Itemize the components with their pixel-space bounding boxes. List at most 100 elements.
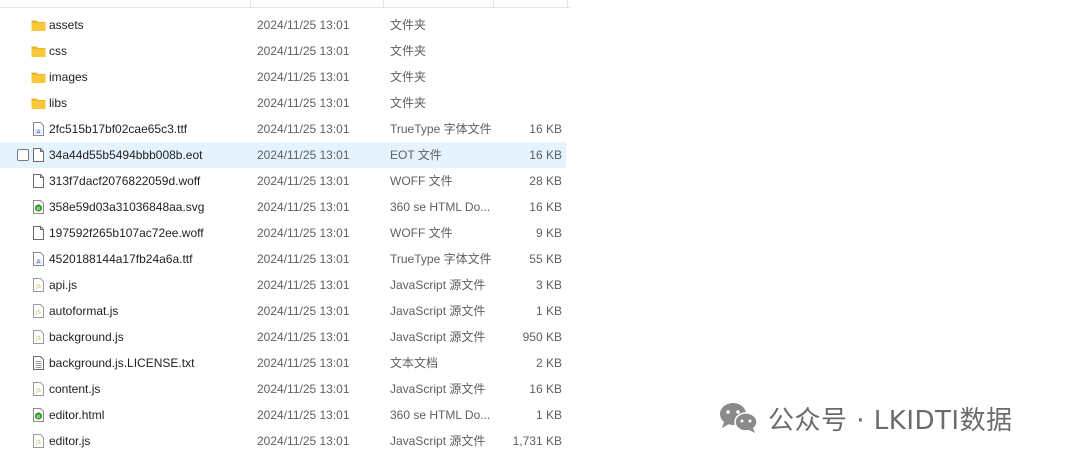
table-row[interactable]: images 2024/11/25 13:01 文件夹: [0, 64, 566, 90]
table-row[interactable]: JS editor.js 2024/11/25 13:01 JavaScript 源文…: [0, 428, 566, 454]
file-name: content.js: [49, 382, 101, 396]
file-type: 文本文档: [390, 356, 439, 370]
file-size: 28 KB: [529, 174, 562, 188]
blank-file-icon: [31, 225, 46, 241]
column-separator[interactable]: [567, 0, 568, 7]
file-type: JavaScript 源文件: [390, 278, 486, 292]
svg-text:JS: JS: [35, 310, 41, 316]
font-file-icon: A: [31, 121, 46, 137]
folder-icon: [31, 95, 46, 111]
file-type: JavaScript 源文件: [390, 304, 486, 318]
table-row[interactable]: JS autoformat.js 2024/11/25 13:01 JavaScrip…: [0, 298, 566, 324]
wechat-icon: [720, 403, 758, 433]
column-separator[interactable]: [250, 0, 251, 7]
table-row[interactable]: A 2fc515b17bf02cae65c3.ttf 2024/11/25 13:0…: [0, 116, 566, 142]
file-date: 2024/11/25 13:01: [257, 148, 350, 162]
file-name: libs: [49, 96, 68, 110]
file-date: 2024/11/25 13:01: [257, 18, 350, 32]
file-date: 2024/11/25 13:01: [257, 252, 350, 266]
file-list: assets 2024/11/25 13:01 文件夹 css 2024/11/25 1…: [0, 12, 570, 454]
file-size: 16 KB: [529, 148, 562, 162]
column-separator[interactable]: [493, 0, 494, 7]
watermark-text: 公众号 · LKIDTI数据: [768, 405, 1013, 436]
file-name: css: [49, 44, 67, 58]
file-date: 2024/11/25 13:01: [257, 278, 350, 292]
file-name: 4520188144a17fb24a6a.ttf: [49, 252, 193, 266]
file-size: [490, 12, 562, 38]
js-file-icon: JS: [31, 433, 46, 449]
file-date: 2024/11/25 13:01: [257, 408, 350, 422]
file-size: 2 KB: [535, 356, 562, 370]
file-size: 16 KB: [529, 122, 562, 136]
file-type: 360 se HTML Do...: [390, 200, 491, 214]
file-date: 2024/11/25 13:01: [257, 96, 350, 110]
file-size: 1 KB: [535, 408, 562, 422]
table-row[interactable]: css 2024/11/25 13:01 文件夹: [0, 38, 566, 64]
table-row[interactable]: JS content.js 2024/11/25 13:01 JavaScript 源…: [0, 376, 566, 402]
folder-icon: [31, 43, 46, 59]
file-size: 16 KB: [529, 200, 562, 214]
watermark: 公众号 · LKIDTI数据: [718, 396, 1013, 440]
file-type: 文件夹: [390, 70, 427, 84]
file-name: api.js: [49, 278, 78, 292]
file-type: JavaScript 源文件: [390, 330, 486, 344]
file-name: assets: [49, 18, 84, 32]
file-date: 2024/11/25 13:01: [257, 70, 350, 84]
column-header-strip: [0, 0, 570, 8]
text-file-icon: [31, 355, 46, 371]
file-name: 197592f265b107ac72ee.woff: [49, 226, 204, 240]
file-date: 2024/11/25 13:01: [257, 122, 350, 136]
svg-text:JS: JS: [35, 388, 41, 394]
file-type: 360 se HTML Do...: [390, 408, 491, 422]
file-date: 2024/11/25 13:01: [257, 44, 350, 58]
svg-text:A: A: [37, 130, 41, 136]
file-date: 2024/11/25 13:01: [257, 304, 350, 318]
file-type: 文件夹: [390, 96, 427, 110]
table-row[interactable]: e editor.html 2024/11/25 13:01 360 se HTML …: [0, 402, 566, 428]
table-row-cutoff[interactable]: [0, 454, 566, 460]
row-checkbox[interactable]: [17, 149, 29, 161]
table-row[interactable]: e 358e59d03a31036848aa.svg 2024/11/25 13:0…: [0, 194, 566, 220]
file-size: 3 KB: [535, 278, 562, 292]
file-type: TrueType 字体文件: [390, 252, 492, 266]
file-name: editor.js: [49, 434, 91, 448]
file-name: background.js: [49, 330, 124, 344]
file-size: 55 KB: [529, 252, 562, 266]
file-name: autoformat.js: [49, 304, 119, 318]
js-file-icon: JS: [31, 381, 46, 397]
table-row[interactable]: 34a44d55b5494bbb008b.eot 2024/11/25 13:01…: [0, 142, 566, 168]
file-type: JavaScript 源文件: [390, 434, 486, 448]
table-row[interactable]: A 4520188144a17fb24a6a.ttf 2024/11/25 13:0…: [0, 246, 566, 272]
file-type: JavaScript 源文件: [390, 382, 486, 396]
folder-icon: [31, 17, 46, 33]
file-type: 文件夹: [390, 44, 427, 58]
font-file-icon: A: [31, 251, 46, 267]
table-row[interactable]: JS background.js 2024/11/25 13:01 JavaScrip…: [0, 324, 566, 350]
file-size: [490, 64, 562, 90]
svg-text:A: A: [37, 260, 41, 266]
file-date: 2024/11/25 13:01: [257, 226, 350, 240]
file-type: TrueType 字体文件: [390, 122, 492, 136]
table-row[interactable]: background.js.LICENSE.txt 2024/11/25 13:0…: [0, 350, 566, 376]
table-row[interactable]: libs 2024/11/25 13:01 文件夹: [0, 90, 566, 116]
table-row[interactable]: 197592f265b107ac72ee.woff 2024/11/25 13:0…: [0, 220, 566, 246]
blank-file-icon: [31, 147, 46, 163]
column-separator[interactable]: [383, 0, 384, 7]
file-date: 2024/11/25 13:01: [257, 356, 350, 370]
file-size: 16 KB: [529, 382, 562, 396]
browser-file-icon: e: [31, 407, 46, 423]
table-row[interactable]: assets 2024/11/25 13:01 文件夹: [0, 12, 566, 38]
file-name: 358e59d03a31036848aa.svg: [49, 200, 205, 214]
js-file-icon: JS: [31, 277, 46, 293]
file-size: [490, 90, 562, 116]
file-name: 313f7dacf2076822059d.woff: [49, 174, 201, 188]
file-type: WOFF 文件: [390, 226, 453, 240]
file-date: 2024/11/25 13:01: [257, 382, 350, 396]
js-file-icon: JS: [31, 303, 46, 319]
file-name: background.js.LICENSE.txt: [49, 356, 195, 370]
table-row[interactable]: 313f7dacf2076822059d.woff 2024/11/25 13:0…: [0, 168, 566, 194]
file-name: images: [49, 70, 88, 84]
file-size: 1 KB: [535, 304, 562, 318]
file-date: 2024/11/25 13:01: [257, 200, 350, 214]
table-row[interactable]: JS api.js 2024/11/25 13:01 JavaScript 源文件 3 …: [0, 272, 566, 298]
